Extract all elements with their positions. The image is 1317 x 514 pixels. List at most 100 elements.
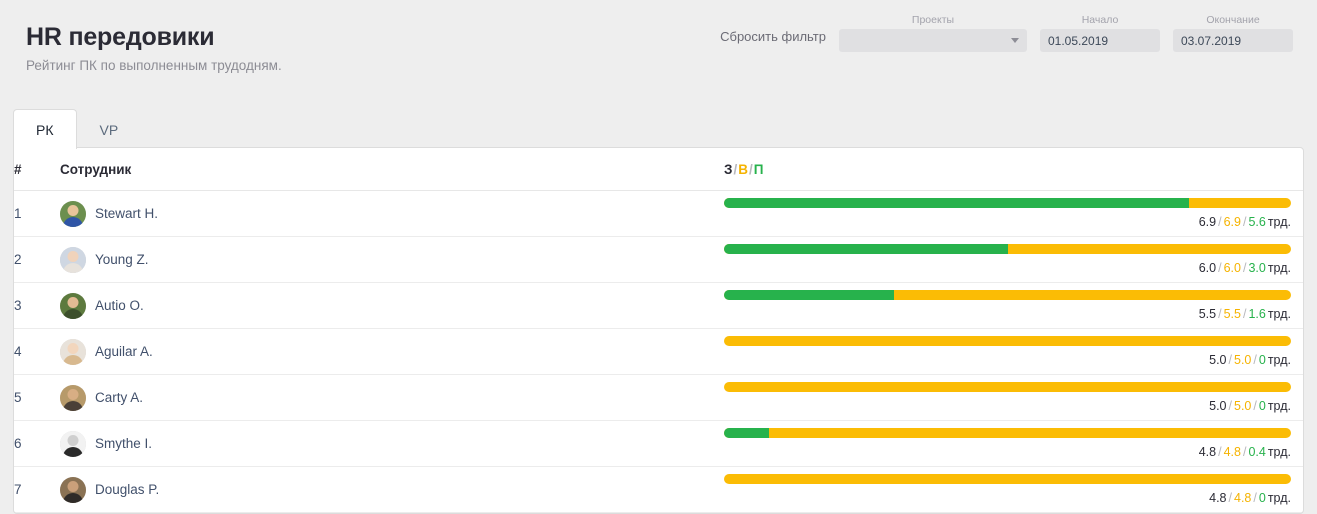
value-z: 6.0 [1198,260,1217,275]
progress-bar-wrap: 6.9/6.9/5.6 трд. [724,197,1291,229]
value-sep-1: / [1218,306,1222,321]
employee-cell-inner: Smythe I. [60,430,724,457]
projects-label: Проекты [911,14,955,26]
date-end-label: Окончание [1206,14,1260,26]
title-block: HR передовики Рейтинг ПК по выполненным … [26,22,282,75]
value-unit: трд. [1267,306,1291,321]
value-z: 5.0 [1209,352,1227,367]
row-employee: Douglas P. [60,466,724,513]
table-row[interactable]: 6 Smythe I. 4.8/4.8/0.4 трд. [14,420,1303,467]
ranking-table: # Сотрудник З/В/П 1 Stewart H. 6.9/6.9/5.6… [14,148,1303,513]
value-z: 4.8 [1209,490,1227,505]
row-progress: 5.0/5.0/0 трд. [724,374,1303,421]
value-z: 4.8 [1198,444,1217,459]
filter-bar: Сбросить фильтр Проекты Начало 01.05.201… [720,14,1293,52]
avatar [60,476,86,503]
value-unit: трд. [1267,214,1291,229]
table-row[interactable]: 5 Carty A. 5.0/5.0/0 трд. [14,374,1303,421]
table-row[interactable]: 1 Stewart H. 6.9/6.9/5.6 трд. [14,190,1303,237]
employee-cell-inner: Autio O. [60,292,724,319]
avatar-head-shape [67,480,79,492]
column-header-stats: З/В/П [724,148,1303,191]
progress-values: 6.0/6.0/3.0 трд. [724,261,1291,275]
table-row[interactable]: 3 Autio O. 5.5/5.5/1.6 трд. [14,282,1303,329]
row-rank: 3 [14,282,60,329]
progress-values: 5.0/5.0/0 трд. [724,399,1291,413]
row-employee: Autio O. [60,282,724,329]
date-end-field: Окончание 03.07.2019 [1173,14,1293,52]
value-p: 0.4 [1248,444,1266,459]
page-root: HR передовики Рейтинг ПК по выполненным … [0,0,1317,514]
employee-cell-inner: Aguilar A. [60,338,724,365]
value-p: 3.0 [1248,260,1266,275]
avatar [60,292,86,319]
value-z: 5.0 [1209,398,1227,413]
progress-bar-fill-green [724,289,895,300]
value-sep-2: / [1253,352,1257,367]
tab-bar: РК VP [13,108,142,149]
table-row[interactable]: 4 Aguilar A. 5.0/5.0/0 трд. [14,328,1303,375]
progress-bar-track [724,335,1291,346]
date-end-input[interactable]: 03.07.2019 [1173,29,1293,52]
row-rank: 1 [14,190,60,237]
employee-name: Aguilar A. [95,344,153,359]
row-progress: 4.8/4.8/0.4 трд. [724,420,1303,467]
value-v: 5.0 [1234,398,1252,413]
value-p: 1.6 [1248,306,1266,321]
value-unit: трд. [1267,398,1291,413]
avatar-head-shape [67,296,79,308]
tab-rk[interactable]: РК [13,109,77,149]
employee-name: Stewart H. [95,206,159,221]
avatar [60,338,86,365]
row-progress: 4.8/4.8/0 трд. [724,466,1303,513]
date-start-value: 01.05.2019 [1048,33,1109,48]
row-progress: 5.5/5.5/1.6 трд. [724,282,1303,329]
value-sep-1: / [1228,398,1232,413]
avatar [60,430,86,457]
employee-name: Smythe I. [95,436,153,451]
value-sep-1: / [1218,214,1222,229]
progress-values: 5.0/5.0/0 трд. [724,353,1291,367]
projects-field: Проекты [839,14,1027,52]
progress-bar-wrap: 4.8/4.8/0 трд. [724,473,1291,505]
avatar [60,384,86,411]
row-rank: 5 [14,374,60,421]
progress-bar-wrap: 6.0/6.0/3.0 трд. [724,243,1291,275]
row-employee: Smythe I. [60,420,724,467]
date-end-value: 03.07.2019 [1181,33,1242,48]
progress-bar-track [724,197,1291,208]
avatar [60,200,86,227]
value-p: 0 [1258,398,1266,413]
date-start-input[interactable]: 01.05.2019 [1040,29,1160,52]
stats-legend-p: П [753,161,764,177]
value-unit: трд. [1267,260,1291,275]
reset-filter-button[interactable]: Сбросить фильтр [720,14,826,44]
avatar [60,246,86,273]
row-employee: Stewart H. [60,190,724,237]
tab-vp[interactable]: VP [77,109,142,149]
row-rank: 4 [14,328,60,375]
table-row[interactable]: 2 Young Z. 6.0/6.0/3.0 трд. [14,236,1303,283]
value-sep-1: / [1218,444,1222,459]
employee-cell-inner: Carty A. [60,384,724,411]
table-row[interactable]: 7 Douglas P. 4.8/4.8/0 трд. [14,466,1303,513]
value-sep-1: / [1228,352,1232,367]
value-v: 4.8 [1234,490,1252,505]
progress-bar-fill-green [724,243,1008,254]
progress-bar-track [724,381,1291,392]
value-v: 6.0 [1223,260,1241,275]
table-body: 1 Stewart H. 6.9/6.9/5.6 трд. 2 Young Z. 6.0/6… [14,190,1303,513]
avatar-head-shape [67,250,79,262]
progress-bar-wrap: 4.8/4.8/0.4 трд. [724,427,1291,459]
projects-select[interactable] [839,29,1027,52]
progress-bar-fill-green [724,197,1189,208]
progress-values: 4.8/4.8/0.4 трд. [724,445,1291,459]
page-title: HR передовики [26,23,215,51]
progress-bar-track [724,427,1291,438]
progress-values: 5.5/5.5/1.6 трд. [724,307,1291,321]
value-sep-2: / [1253,398,1257,413]
value-v: 6.9 [1223,214,1241,229]
avatar-head-shape [67,342,79,354]
column-header-employee: Сотрудник [60,148,724,191]
value-p: 5.6 [1248,214,1266,229]
